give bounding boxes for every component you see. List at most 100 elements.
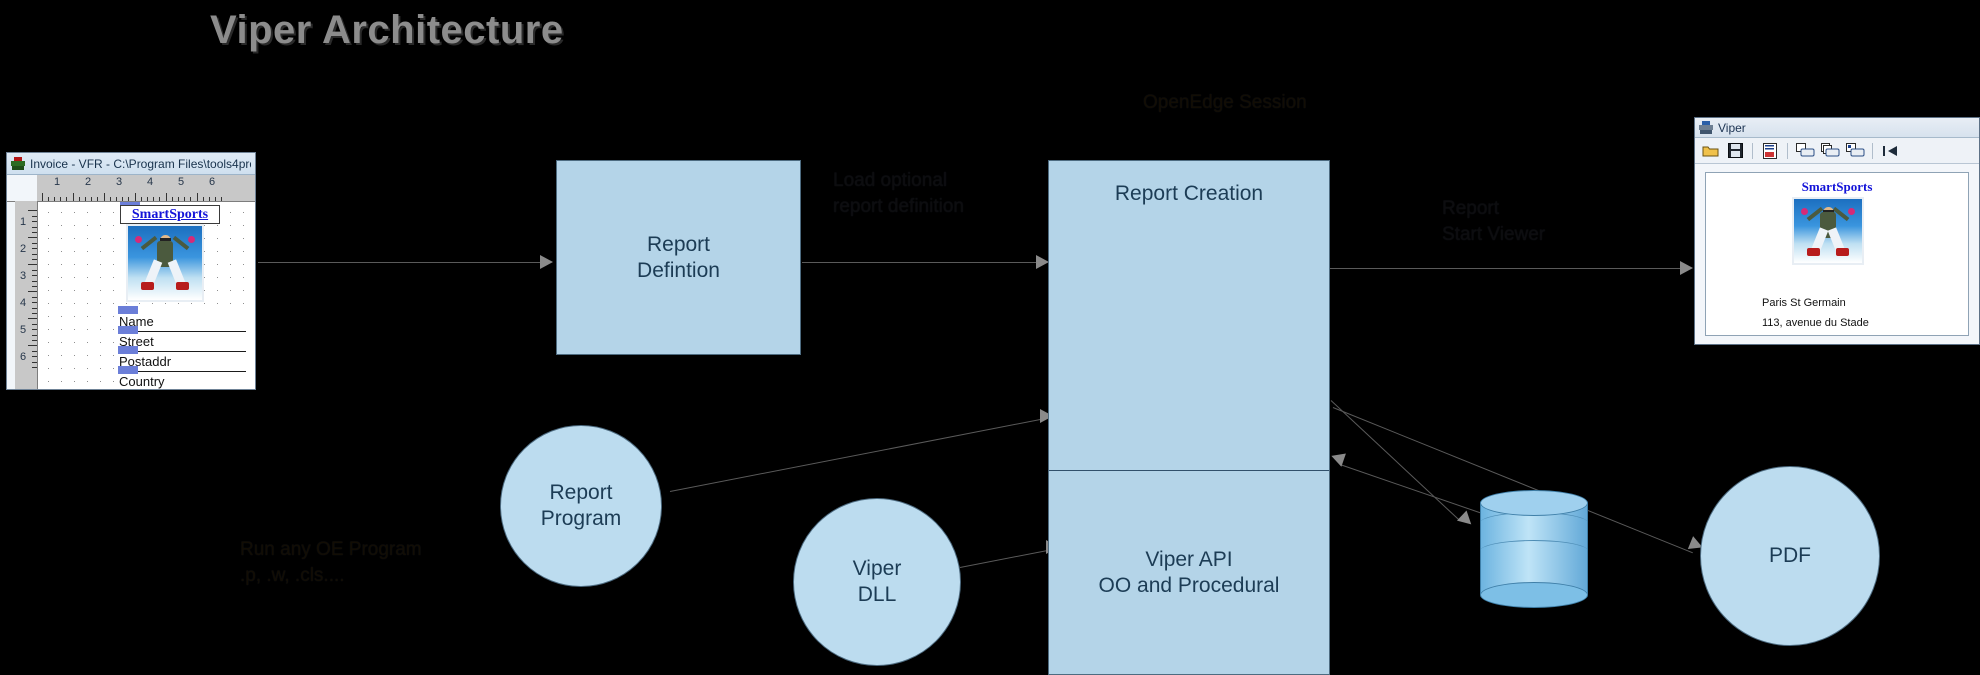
connector-designer-to-definition xyxy=(258,262,542,263)
arrowhead xyxy=(540,255,553,269)
viewer-smartsports-image xyxy=(1792,197,1864,265)
ruler-horizontal: 1 2 3 4 5 6 xyxy=(37,175,255,202)
ruler-tick xyxy=(178,197,179,201)
ruler-tick xyxy=(32,323,37,325)
ruler-tick xyxy=(116,197,117,201)
ruler-tick xyxy=(32,242,37,244)
ruler-number: 3 xyxy=(20,270,27,282)
ruler-number: 5 xyxy=(178,176,185,188)
ruler-tick xyxy=(184,197,185,201)
smartsports-image[interactable] xyxy=(126,224,204,302)
ruler-number: 6 xyxy=(20,351,27,363)
ruler-tick xyxy=(172,197,173,201)
viper-viewer-window[interactable]: Viper SmartSports Paris St Germain 113, … xyxy=(1694,117,1980,345)
ruler-tick xyxy=(48,197,49,201)
vfr-designer-window[interactable]: Invoice - VFR - C:\Program Files\tools4p… xyxy=(6,152,256,390)
save-icon[interactable] xyxy=(1724,141,1746,161)
node-viper-dll[interactable]: Viper DLL xyxy=(793,498,961,666)
label-openedge-session: OpenEdge Session xyxy=(1143,92,1307,113)
report-design-canvas[interactable]: SmartSports Name Street Postaddr Country xyxy=(38,202,255,389)
ruler-tick xyxy=(147,197,148,201)
ruler-tick xyxy=(42,193,43,201)
ruler-tick xyxy=(32,215,37,217)
node-viper-api[interactable]: Viper API OO and Procedural xyxy=(1049,471,1329,675)
print-preview-icon[interactable] xyxy=(1844,141,1866,161)
vfr-app-icon xyxy=(11,157,25,170)
viewer-logo-label: SmartSports xyxy=(1801,179,1873,194)
first-page-icon[interactable] xyxy=(1879,141,1901,161)
node-report-program[interactable]: Report Program xyxy=(500,425,662,587)
ruler-tick xyxy=(110,197,111,201)
ruler-tick xyxy=(66,197,67,201)
node-pdf[interactable]: PDF xyxy=(1700,466,1880,646)
ruler-tick xyxy=(32,361,37,363)
ruler-tick xyxy=(54,197,55,201)
ruler-tick xyxy=(209,197,210,201)
print-copies-icon[interactable] xyxy=(1819,141,1841,161)
ruler-tick xyxy=(32,232,37,233)
ruler-tick xyxy=(32,259,37,260)
designer-titlebar: Invoice - VFR - C:\Program Files\tools4p… xyxy=(7,153,255,175)
viper-report-page: SmartSports Paris St Germain 113, avenue… xyxy=(1705,172,1969,336)
ruler-tick xyxy=(221,197,222,201)
ruler-tick xyxy=(32,275,37,276)
node-report-creation[interactable]: Report Creation xyxy=(1049,161,1329,471)
viewer-address-block: Paris St Germain 113, avenue du Stade 75… xyxy=(1762,293,1869,335)
node-label: Viper DLL xyxy=(852,557,902,606)
ruler-tick xyxy=(32,367,37,368)
database-bottom xyxy=(1480,582,1588,608)
logo-label[interactable]: SmartSports xyxy=(120,205,220,224)
ruler-number: 1 xyxy=(20,216,27,228)
ruler-tick xyxy=(32,334,37,336)
connector-program-to-creation xyxy=(669,416,1054,492)
address-line: Paris St Germain xyxy=(1762,297,1846,309)
toolbar-separator xyxy=(1752,142,1753,159)
ruler-tick xyxy=(32,286,37,287)
connector-database-to-api xyxy=(1339,464,1496,519)
ruler-tick xyxy=(28,345,37,346)
print-icon[interactable] xyxy=(1794,141,1816,161)
viper-toolbar[interactable] xyxy=(1695,138,1979,164)
node-database[interactable] xyxy=(1480,490,1588,608)
ruler-number: 6 xyxy=(209,176,216,188)
ruler-tick xyxy=(32,356,37,357)
ruler-tick xyxy=(32,340,37,341)
designer-title-text: Invoice - VFR - C:\Program Files\tools4p… xyxy=(30,156,251,171)
database-top xyxy=(1480,490,1588,516)
viper-title-text: Viper xyxy=(1718,120,1746,135)
ruler-tick xyxy=(32,329,37,330)
design-field-country[interactable]: Country xyxy=(118,366,246,389)
address-line: 113, avenue du Stade xyxy=(1762,317,1869,330)
ruler-number: 4 xyxy=(147,176,154,188)
ruler-tick xyxy=(79,197,80,201)
node-label: PDF xyxy=(1769,544,1811,568)
ruler-number: 4 xyxy=(20,297,27,309)
open-icon[interactable] xyxy=(1699,141,1721,161)
ruler-number: 3 xyxy=(116,176,123,188)
connector-definition-to-creation xyxy=(802,262,1040,263)
ruler-tick xyxy=(97,197,98,201)
ruler-tick xyxy=(190,197,191,201)
ruler-tick xyxy=(32,307,37,309)
ruler-tick xyxy=(32,302,37,303)
ruler-tick xyxy=(28,264,37,265)
ruler-tick xyxy=(32,248,37,249)
arrowhead xyxy=(1456,510,1477,530)
connector-creation-to-viewer xyxy=(1330,268,1686,269)
field-label: Country xyxy=(119,374,165,389)
ruler-tick xyxy=(141,197,142,201)
node-openedge-session-container[interactable]: Report Creation Viper API OO and Procedu… xyxy=(1048,160,1330,675)
ruler-tick xyxy=(104,193,105,201)
node-report-definition[interactable]: Report Defintion xyxy=(556,160,801,355)
arrowhead xyxy=(1680,261,1693,275)
field-handle-icon xyxy=(118,366,138,374)
ruler-tick xyxy=(32,280,37,282)
ruler-tick xyxy=(153,197,154,201)
report-icon[interactable] xyxy=(1759,141,1781,161)
field-handle-icon xyxy=(118,306,138,314)
diagram-canvas: Viper Architecture Invoice - VFR - C:\Pr… xyxy=(0,0,1980,675)
ruler-tick xyxy=(32,269,37,271)
ruler-tick xyxy=(32,313,37,314)
database-band xyxy=(1480,540,1588,562)
ruler-number: 1 xyxy=(54,176,61,188)
